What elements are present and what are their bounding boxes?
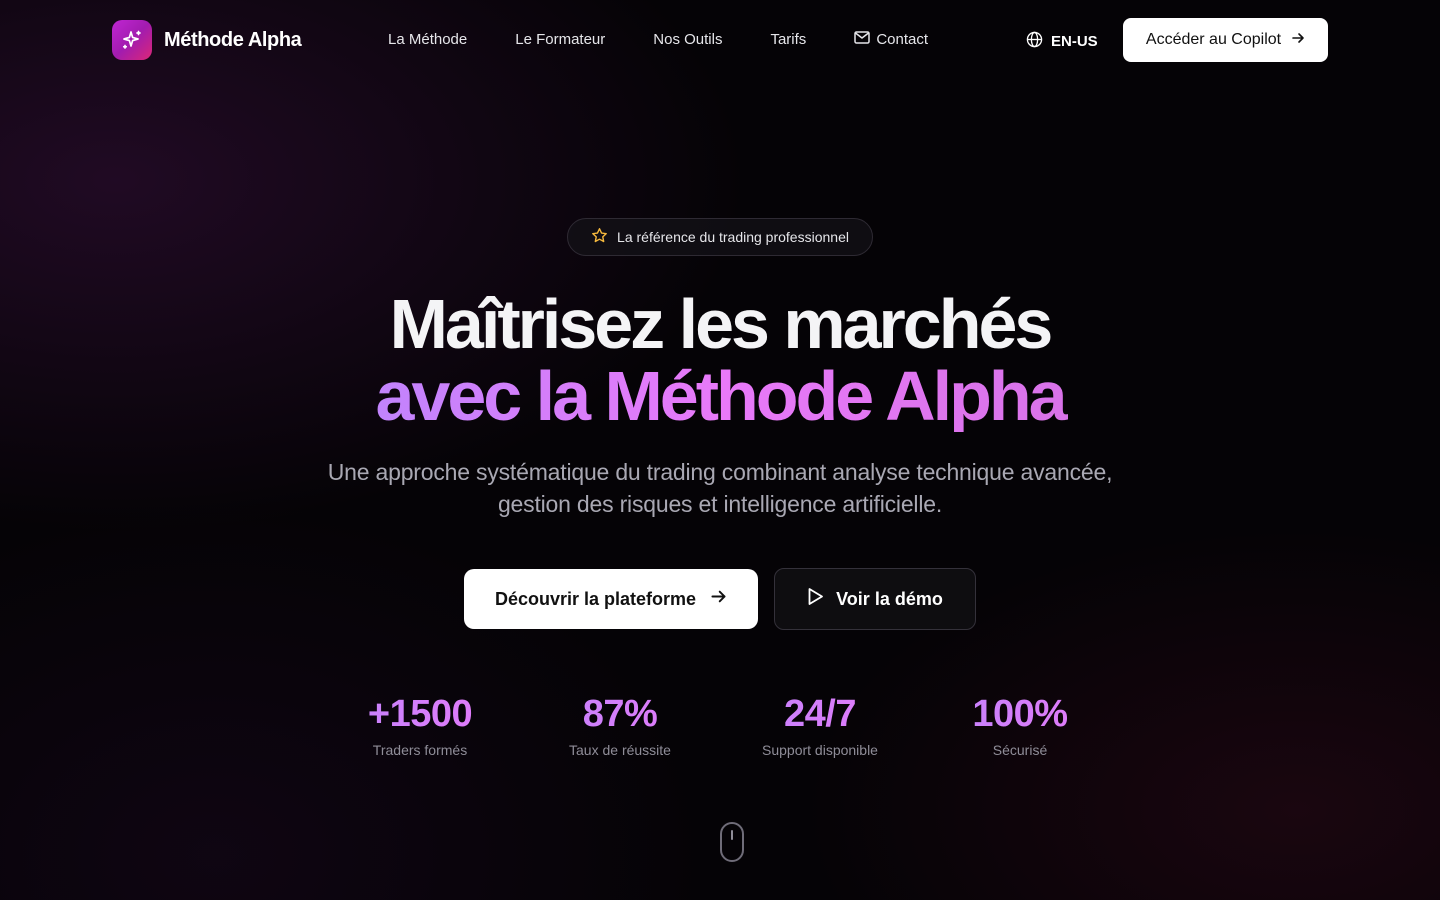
stat-label: Traders formés bbox=[372, 742, 468, 758]
scroll-wheel bbox=[731, 830, 733, 840]
watch-demo-label: Voir la démo bbox=[836, 588, 943, 609]
stat-value: 24/7 bbox=[720, 692, 920, 736]
brand-name: Méthode Alpha bbox=[164, 28, 302, 51]
hero-title-line2: avec la Méthode Alpha bbox=[0, 360, 1440, 432]
stat-success-rate: 87% Taux de réussite bbox=[520, 692, 720, 758]
hero-subtitle: Une approche systématique du trading com… bbox=[327, 459, 1113, 517]
copilot-button-label: Accéder au Copilot bbox=[1145, 31, 1282, 48]
stat-value: +1500 bbox=[320, 692, 520, 736]
nav-link-label: Contact bbox=[876, 31, 929, 48]
arrow-right-icon bbox=[710, 588, 727, 610]
scroll-indicator-icon[interactable] bbox=[720, 822, 744, 862]
stat-label: Support disponible bbox=[762, 742, 878, 758]
brand-logo-link[interactable]: Méthode Alpha bbox=[112, 20, 302, 60]
watch-demo-button[interactable]: Voir la démo bbox=[774, 568, 976, 630]
nav-link-contact[interactable]: Contact bbox=[854, 31, 928, 48]
nav-link-label: Le Formateur bbox=[515, 31, 606, 48]
copilot-access-button[interactable]: Accéder au Copilot bbox=[1123, 18, 1328, 62]
nav-link-label: La Méthode bbox=[388, 31, 468, 48]
nav-link-label: Tarifs bbox=[770, 31, 807, 48]
globe-icon bbox=[1026, 31, 1043, 52]
nav-link-label: Nos Outils bbox=[653, 31, 723, 48]
arrow-right-icon bbox=[1291, 31, 1305, 50]
stat-support: 24/7 Support disponible bbox=[720, 692, 920, 758]
stat-traders: +1500 Traders formés bbox=[320, 692, 520, 758]
discover-platform-button[interactable]: Découvrir la plateforme bbox=[464, 569, 758, 629]
hero-badge: La référence du trading professionnel bbox=[567, 218, 873, 256]
nav-link-outils[interactable]: Nos Outils bbox=[653, 31, 722, 48]
nav-link-tarifs[interactable]: Tarifs bbox=[770, 31, 806, 48]
play-icon bbox=[807, 587, 824, 611]
hero-title-line1: Maîtrisez les marchés bbox=[389, 285, 1054, 363]
mail-icon bbox=[854, 31, 871, 48]
star-icon bbox=[591, 227, 608, 247]
language-switcher[interactable]: EN-US bbox=[1026, 31, 1098, 52]
nav-link-methode[interactable]: La Méthode bbox=[388, 31, 467, 48]
stat-label: Sécurisé bbox=[992, 742, 1048, 758]
nav-link-formateur[interactable]: Le Formateur bbox=[515, 31, 605, 48]
hero-title: Maîtrisez les marchés avec la Méthode Al… bbox=[0, 288, 1440, 432]
main-nav: La Méthode Le Formateur Nos Outils Tarif… bbox=[388, 31, 928, 48]
sparkles-icon bbox=[112, 20, 152, 60]
stat-value: 100% bbox=[920, 692, 1120, 736]
stat-label: Taux de réussite bbox=[569, 742, 671, 758]
stat-secure: 100% Sécurisé bbox=[920, 692, 1120, 758]
language-label: EN-US bbox=[1051, 33, 1098, 50]
top-navbar: Méthode Alpha La Méthode Le Formateur No… bbox=[0, 0, 1440, 80]
discover-platform-label: Découvrir la plateforme bbox=[494, 588, 697, 609]
stat-value: 87% bbox=[520, 692, 720, 736]
hero-badge-label: La référence du trading professionnel bbox=[617, 229, 849, 245]
